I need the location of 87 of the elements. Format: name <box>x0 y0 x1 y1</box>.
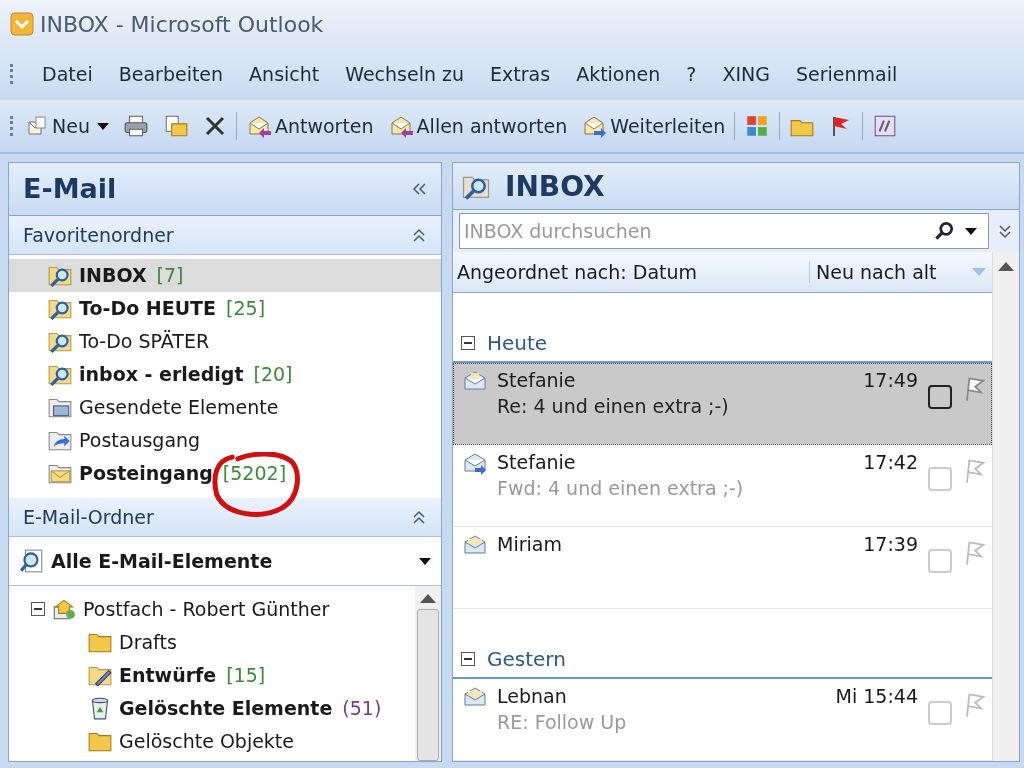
folder-item[interactable]: Postfach - Robert Günther <box>9 592 415 625</box>
expander-icon[interactable] <box>461 336 475 350</box>
collapse-icon[interactable] <box>411 226 427 243</box>
group-header: Heute <box>487 331 548 355</box>
forwarded-mail-icon <box>463 451 487 475</box>
folder-item[interactable]: To-Do SPÄTER <box>9 324 441 358</box>
forward-button[interactable]: Weiterleiten <box>576 112 731 140</box>
arrange-by-header[interactable]: Angeordnet nach: Datum <box>453 261 809 283</box>
menu-item[interactable]: Aktionen <box>576 63 661 85</box>
received-time: Mi 15:44 <box>835 685 918 707</box>
unread-count: [25] <box>226 297 266 320</box>
pane-title: E-Mail <box>23 173 117 205</box>
reply-button[interactable]: Antworten <box>240 112 379 140</box>
new-button[interactable]: Neu <box>20 112 114 140</box>
menu-item[interactable]: Bearbeiten <box>118 63 224 85</box>
category-checkbox[interactable] <box>928 385 952 409</box>
sender-name: Stefanie <box>497 451 576 473</box>
dropdown-icon[interactable] <box>96 122 109 130</box>
scrollbar[interactable] <box>993 252 1019 761</box>
section-title: E-Mail-Ordner <box>23 506 154 529</box>
folder-name: Gelöschte Elemente <box>119 696 333 719</box>
folder-name: To-Do SPÄTER <box>79 330 210 353</box>
folder-item[interactable]: Drafts <box>9 625 415 658</box>
folder-name: inbox - erledigt <box>79 363 244 386</box>
view-dropdown[interactable]: Alle E-Mail-Elemente <box>9 537 441 586</box>
search-field[interactable]: INBOX durchsuchen <box>459 213 989 250</box>
menu-item[interactable]: ? <box>686 63 697 85</box>
group-header: Gestern <box>487 647 566 671</box>
subject-text: Fwd: 4 und einen extra ;-) <box>497 477 745 499</box>
unread-count: [5202] <box>222 462 287 485</box>
sender-name: Stefanie <box>497 369 576 391</box>
menu-item[interactable]: Ansicht <box>249 63 320 85</box>
replied-mail-icon <box>463 369 487 393</box>
expander-icon[interactable] <box>31 601 45 616</box>
unread-count: [20] <box>253 363 293 386</box>
folder-name: Gelöschte Objekte <box>119 729 294 752</box>
menu-item[interactable]: Wechseln zu <box>345 63 465 85</box>
expander-icon[interactable] <box>461 652 475 666</box>
sender-name: Miriam <box>497 533 562 555</box>
dropdown-icon[interactable] <box>419 557 431 565</box>
reply-all-button[interactable]: Allen antworten <box>382 112 573 140</box>
scrollbar[interactable] <box>415 586 441 761</box>
folder-item[interactable]: Postausgang <box>9 423 441 457</box>
folder-item[interactable]: Posteingang [5202] <box>9 456 441 490</box>
sender-name: Lebnan <box>497 685 567 707</box>
unread-count: [7] <box>156 264 184 287</box>
search-icon[interactable] <box>933 220 955 243</box>
window-title: INBOX - Microsoft Outlook <box>40 11 324 37</box>
folder-item[interactable]: Gesendete Elemente <box>9 390 441 424</box>
unread-count: [15] <box>226 663 266 686</box>
menu-item[interactable]: Serienmail <box>795 63 898 85</box>
message-item[interactable]: Stefanie 17:49 Re: 4 und einen extra ;-) <box>453 363 992 445</box>
collapse-icon[interactable] <box>411 509 427 526</box>
folder-item[interactable]: INBOX [7] <box>9 258 441 292</box>
folder-name: Entwürfe <box>119 663 217 686</box>
menu-item[interactable]: Extras <box>490 63 551 85</box>
folder-item[interactable]: Gelöschte Objekte <box>9 724 415 757</box>
collapse-icon[interactable] <box>411 180 427 197</box>
subject-text: RE: Follow Up <box>497 711 628 733</box>
folder-item[interactable]: inbox - erledigt [20] <box>9 357 441 391</box>
forward-mail-icon <box>581 114 608 138</box>
folder-name: INBOX <box>79 264 147 287</box>
folder-title: INBOX <box>505 169 605 203</box>
folder-name: To-Do HEUTE <box>79 297 217 320</box>
unread-count: (51) <box>342 696 382 719</box>
folder-name: Postausgang <box>79 429 201 452</box>
new-mail-icon <box>25 114 49 138</box>
expand-icon[interactable] <box>997 223 1013 240</box>
menu-item[interactable]: Datei <box>42 63 93 85</box>
folder-name: Drafts <box>119 630 177 653</box>
folder-item[interactable]: Gelöschte Elemente (51) <box>9 691 415 724</box>
subject-text: Re: 4 und einen extra ;-) <box>497 395 730 417</box>
open-envelope-icon <box>463 533 487 557</box>
folder-name: Postfach - Robert Günther <box>83 597 330 620</box>
received-time: 17:49 <box>863 369 918 391</box>
received-time: 17:39 <box>863 533 918 555</box>
received-time: 17:42 <box>863 451 918 473</box>
folder-name: Posteingang <box>79 462 213 485</box>
folder-name: Gesendete Elemente <box>79 396 279 419</box>
open-envelope-icon <box>463 685 487 709</box>
section-title: Favoritenordner <box>23 223 174 246</box>
search-folder-icon <box>19 548 45 575</box>
folder-item[interactable]: To-Do HEUTE [25] <box>9 291 441 325</box>
folder-item[interactable]: Entwürfe [15] <box>9 658 415 691</box>
outlook-logo-icon <box>10 12 34 36</box>
menu-item[interactable]: XING <box>722 63 770 85</box>
dropdown-icon[interactable] <box>965 228 977 236</box>
